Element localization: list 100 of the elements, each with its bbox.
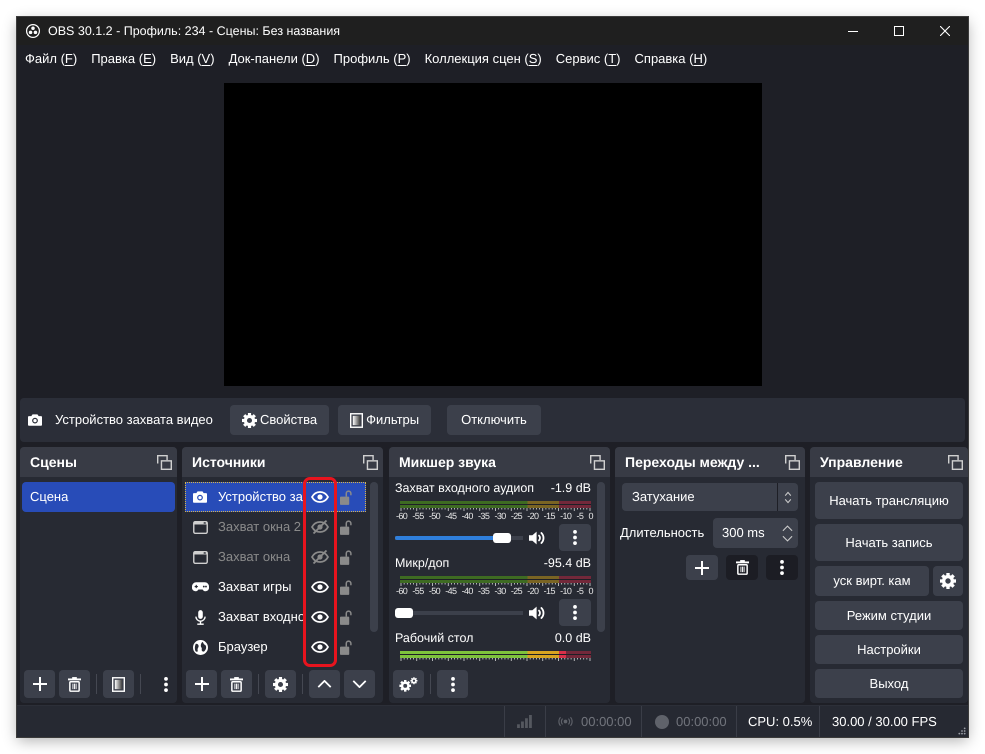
slider-thumb[interactable] — [395, 608, 413, 618]
scale-label: -20 — [527, 586, 538, 597]
panel-title: Источники — [192, 452, 266, 472]
transition-select[interactable]: Затухание — [622, 483, 798, 511]
more-button[interactable] — [559, 524, 591, 551]
remove-button[interactable] — [221, 670, 252, 698]
source-item[interactable]: Захват игры — [185, 572, 366, 602]
menu-item[interactable]: Вид (V) — [166, 46, 219, 70]
maximize-icon — [894, 26, 904, 36]
trash-icon — [68, 676, 81, 692]
scale-label: -25 — [510, 586, 522, 597]
source-item[interactable]: Захват окна — [185, 542, 366, 572]
start-recording-button[interactable]: Начать запись — [815, 524, 963, 561]
add-button[interactable] — [186, 670, 217, 698]
eye-icon[interactable] — [311, 581, 329, 593]
scrollbar[interactable] — [370, 482, 378, 632]
channel-name: Микр/доп — [395, 555, 450, 572]
more-button[interactable] — [559, 599, 591, 626]
duration-field[interactable]: 300 ms — [713, 518, 798, 548]
plus-icon — [32, 677, 46, 691]
eye-icon[interactable] — [311, 491, 329, 503]
panel-title: Микшер звука — [399, 452, 496, 472]
menu-item[interactable]: Док-панели (D) — [224, 46, 324, 70]
overlapping-squares-icon[interactable] — [590, 454, 605, 470]
updown-arrows-icon — [784, 490, 792, 504]
remove-button[interactable] — [726, 555, 758, 580]
scale-label: -15 — [544, 586, 555, 597]
spinner-arrows-icon — [782, 524, 793, 542]
eye-icon[interactable] — [311, 641, 329, 653]
gradient-icon — [112, 676, 125, 692]
overlapping-squares-icon[interactable] — [948, 454, 963, 470]
properties-button[interactable]: Свойства — [230, 405, 330, 435]
add-button[interactable] — [24, 670, 55, 698]
source-item[interactable]: Браузер — [185, 632, 366, 662]
audio-settings-button[interactable] — [393, 670, 424, 698]
source-name: Браузер — [218, 638, 269, 656]
open-lock-icon[interactable] — [340, 610, 352, 624]
window-icon — [192, 520, 208, 534]
eye-slash-icon[interactable] — [311, 520, 329, 534]
gradient-icon — [350, 412, 364, 428]
remove-button[interactable] — [59, 670, 90, 698]
settings-button[interactable] — [265, 670, 296, 698]
scale-label: -55 — [412, 511, 424, 522]
menu-item[interactable]: Правка (E) — [87, 46, 160, 70]
gear-icon — [242, 412, 257, 428]
globe-icon — [192, 640, 208, 654]
more-button[interactable] — [437, 670, 468, 698]
filters-button[interactable]: Фильтры — [338, 405, 432, 435]
studio-mode-button[interactable]: Режим студии — [815, 601, 963, 630]
start-streaming-button[interactable]: Начать трансляцию — [815, 482, 963, 519]
deactivate-button[interactable]: Отключить — [447, 405, 541, 435]
menu-item[interactable]: Коллекция сцен (S) — [420, 46, 546, 70]
move-down-button[interactable] — [344, 670, 375, 698]
open-lock-icon[interactable] — [340, 580, 352, 594]
menu-item[interactable]: Профиль (P) — [330, 46, 415, 70]
signal-strength-icon — [517, 715, 532, 728]
more-icon — [164, 676, 168, 692]
exit-button[interactable]: Выход — [815, 669, 963, 698]
stream-time: 00:00:00 — [581, 712, 632, 731]
speaker-icon[interactable] — [529, 530, 546, 544]
source-name: Захват окна 2 — [218, 518, 302, 536]
scale-label: -60 — [396, 586, 408, 597]
move-up-button[interactable] — [309, 670, 340, 698]
virtual-camera-button[interactable]: уск вирт. кам — [815, 566, 929, 596]
scale-label: -10 — [560, 511, 572, 522]
settings-button[interactable]: Настройки — [815, 635, 963, 664]
overlapping-squares-icon[interactable] — [785, 454, 800, 470]
speaker-icon[interactable] — [529, 606, 546, 620]
eye-slash-icon[interactable] — [311, 550, 329, 564]
scrollbar[interactable] — [597, 482, 605, 632]
scale-label: -50 — [428, 511, 440, 522]
source-item[interactable]: Устройство за — [185, 482, 366, 512]
eye-icon[interactable] — [311, 611, 329, 623]
source-item[interactable]: Захват окна 2 — [185, 512, 366, 542]
scale-label: -60 — [396, 511, 408, 522]
source-name: Захват игры — [218, 578, 292, 596]
overlapping-squares-icon[interactable] — [363, 454, 378, 470]
open-lock-icon[interactable] — [340, 520, 352, 534]
menu-item[interactable]: Файл (F) — [21, 46, 82, 70]
slider-thumb[interactable] — [492, 532, 511, 542]
filters-button[interactable] — [103, 670, 134, 698]
open-lock-icon[interactable] — [340, 640, 352, 654]
resize-grip-icon[interactable] — [958, 727, 966, 735]
trash-icon — [736, 560, 748, 575]
scale-label: -40 — [462, 511, 473, 522]
menu-item[interactable]: Справка (H) — [630, 46, 712, 70]
fps-counter: 30.00 / 30.00 FPS — [832, 712, 937, 731]
panel-title: Сцены — [30, 452, 77, 472]
scene-item[interactable]: Сцена — [22, 482, 175, 512]
add-button[interactable] — [686, 555, 718, 580]
menu-item[interactable]: Сервис (T) — [552, 46, 625, 70]
more-icon — [450, 676, 454, 692]
overlapping-squares-icon[interactable] — [157, 454, 172, 470]
minimize-icon — [848, 30, 858, 32]
virtual-camera-settings-button[interactable] — [933, 566, 963, 596]
scale-label: -5 — [576, 586, 584, 597]
chevron-up-icon — [317, 680, 332, 688]
camera-icon — [28, 414, 42, 426]
open-lock-icon[interactable] — [340, 550, 352, 564]
more-button[interactable] — [766, 555, 798, 580]
